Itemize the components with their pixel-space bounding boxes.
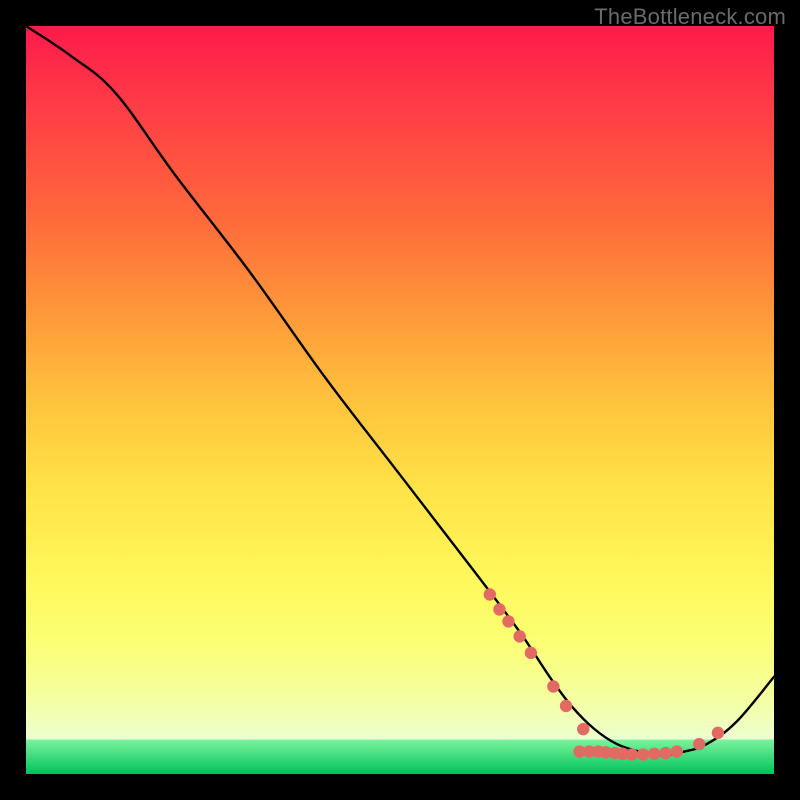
data-point — [513, 630, 525, 642]
data-point — [712, 727, 724, 739]
data-point — [659, 747, 671, 759]
data-point — [637, 748, 649, 760]
data-point — [693, 738, 705, 750]
data-point — [493, 603, 505, 615]
data-point — [502, 615, 514, 627]
data-point — [525, 647, 537, 659]
data-point — [560, 700, 572, 712]
plot-area — [26, 26, 774, 774]
chart-svg — [26, 26, 774, 774]
bottleneck-curve — [26, 26, 774, 755]
watermark-text: TheBottleneck.com — [594, 4, 786, 30]
data-point — [648, 748, 660, 760]
data-point — [577, 723, 589, 735]
data-point — [626, 748, 638, 760]
data-point — [547, 680, 559, 692]
data-point — [671, 745, 683, 757]
chart-frame: TheBottleneck.com — [0, 0, 800, 800]
data-point — [484, 588, 496, 600]
